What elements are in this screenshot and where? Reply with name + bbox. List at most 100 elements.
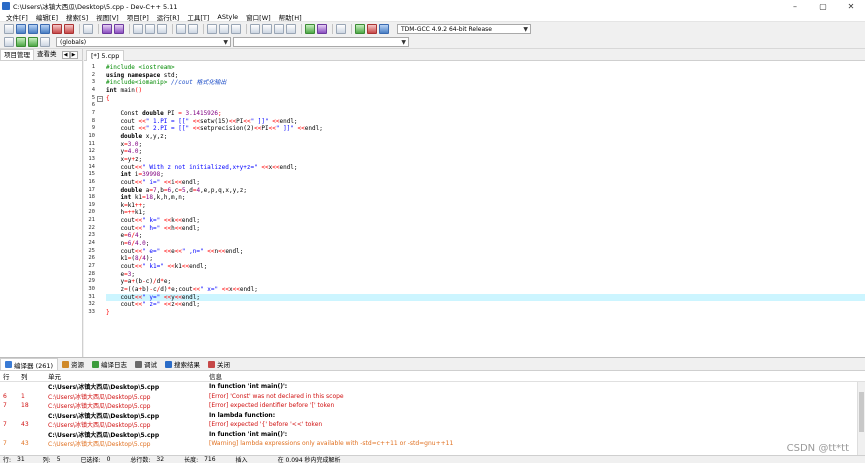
code-line[interactable]: 30 z=((a+b)-c/d)*e;cout<<" x=" <<x<<endl… — [88, 286, 865, 294]
code-line[interactable]: 11 x=3.0; — [88, 141, 865, 149]
compiler-message-row[interactable]: 6 1 C:\Users\冰镇大西瓜\Desktop\5.cpp [Error] 'C… — [0, 392, 865, 402]
code-line[interactable]: 7 Const double PI = 3.1415926; — [92, 110, 865, 118]
undo-icon[interactable] — [102, 24, 112, 34]
stop-icon[interactable] — [336, 24, 346, 34]
menu-astyle[interactable]: AStyle — [213, 13, 242, 21]
code-line[interactable]: 33} — [88, 309, 865, 317]
fullscreen-icon[interactable] — [274, 24, 284, 34]
tab-class-browser[interactable]: 查看类 — [34, 49, 60, 60]
scrollbar-thumb[interactable] — [859, 392, 864, 432]
split-icon[interactable] — [286, 24, 296, 34]
code-line[interactable]: 15 int i=39998; — [88, 171, 865, 179]
bottom-tab[interactable]: 编译日志 — [88, 358, 131, 370]
menu-help[interactable]: 帮助[H] — [275, 12, 306, 22]
debug-icon[interactable] — [317, 24, 327, 34]
code-line[interactable]: 25 cout<<" e=" <<e<<" ,n=" <<n<<endl; — [88, 248, 865, 256]
code-line[interactable]: 10 double x,y,z; — [88, 133, 865, 141]
toggle-panel-icon[interactable] — [231, 24, 241, 34]
code-line[interactable]: 17 double a=7,b=6,c=5,d=4,e,p,q,x,y,z; — [88, 187, 865, 195]
chart-icon[interactable] — [367, 24, 377, 34]
forward-arrow-icon[interactable] — [28, 37, 38, 47]
message-scrollbar[interactable] — [857, 382, 865, 456]
code-line[interactable]: 13 x=y+z; — [88, 156, 865, 164]
compiler-message-row[interactable]: 7 43 C:\Users\冰镇大西瓜\Desktop\5.cpp [Warning]… — [0, 439, 865, 449]
bottom-tab[interactable]: 搜索结果 — [161, 358, 204, 370]
close-file-icon[interactable] — [52, 24, 62, 34]
code-line[interactable]: 21 cout<<" k=" <<k<<endl; — [88, 217, 865, 225]
code-area[interactable]: 1 #include <iostream> 2 using namespace std… — [88, 64, 865, 317]
header-col[interactable]: 列 — [18, 371, 45, 381]
menu-project[interactable]: 项目[P] — [123, 12, 153, 22]
header-row[interactable]: 行 — [0, 371, 18, 381]
goto-line-icon[interactable] — [176, 24, 186, 34]
tab-scroll-left-icon[interactable]: ◀ — [61, 50, 70, 59]
forward-icon[interactable] — [219, 24, 229, 34]
menu-search[interactable]: 搜索[S] — [62, 12, 92, 22]
compiler-select[interactable]: TDM-GCC 4.9.2 64-bit Release ▼ — [397, 24, 531, 34]
code-editor[interactable]: 1 #include <iostream> 2 using namespace std… — [84, 61, 865, 357]
compiler-message-row[interactable]: C:\Users\冰镇大西瓜\Desktop\5.cpp In function … — [0, 382, 865, 392]
new-file-icon[interactable] — [4, 24, 14, 34]
compiler-message-row[interactable]: 7 43 C:\Users\冰镇大西瓜\Desktop\5.cpp [Error] e… — [0, 420, 865, 430]
bottom-tab[interactable]: 关闭 — [204, 358, 234, 370]
back-icon[interactable] — [207, 24, 217, 34]
minimize-button[interactable]: – — [781, 0, 809, 12]
code-line[interactable]: 3 #include<iomanip> //cout 格式化输出 — [92, 79, 865, 87]
code-line[interactable]: 23 e=6/4; — [88, 232, 865, 240]
compiler-message-row[interactable]: C:\Users\冰镇大西瓜\Desktop\5.cpp In function … — [0, 430, 865, 440]
scope-combo[interactable]: (globals) ▼ — [56, 37, 231, 47]
save-all-icon[interactable] — [40, 24, 50, 34]
code-line[interactable]: 1 #include <iostream> — [92, 64, 865, 72]
save-icon[interactable] — [28, 24, 38, 34]
bottom-tab[interactable]: 编译器 (261) — [0, 358, 59, 370]
redo-icon[interactable] — [114, 24, 124, 34]
code-line[interactable]: 32 cout<<" z=" <<z<<endl; — [88, 301, 865, 309]
member-combo[interactable]: ▼ — [233, 37, 409, 47]
code-line[interactable]: 14 cout <<" With z not initialized,x+y+z=… — [88, 164, 865, 172]
compile-icon[interactable] — [355, 24, 365, 34]
maximize-button[interactable]: ▢ — [809, 0, 837, 12]
code-line[interactable]: 16 cout<<" i=" <<i<<endl; — [88, 179, 865, 187]
print-icon[interactable] — [83, 24, 93, 34]
menu-edit[interactable]: 编辑[E] — [32, 12, 62, 22]
grid-icon[interactable] — [262, 24, 272, 34]
insert-icon[interactable] — [4, 37, 14, 47]
code-line[interactable]: 4 int main() — [92, 87, 865, 95]
code-line[interactable]: 22 cout<<" h=" <<h<<endl; — [88, 225, 865, 233]
compiler-message-row[interactable]: 7 18 C:\Users\冰镇大西瓜\Desktop\5.cpp [Error] e… — [0, 401, 865, 411]
code-line[interactable]: 28 e=3; — [88, 271, 865, 279]
back-arrow-icon[interactable] — [16, 37, 26, 47]
menu-tools[interactable]: 工具[T] — [183, 12, 213, 22]
code-line[interactable]: 26 k1=(8/4); — [88, 255, 865, 263]
editor-tab-5cpp[interactable]: [*] 5.cpp — [86, 50, 125, 61]
code-line[interactable]: 12 y=4.0; — [88, 148, 865, 156]
profile-icon[interactable] — [379, 24, 389, 34]
close-all-icon[interactable] — [64, 24, 74, 34]
menu-file[interactable]: 文件[F] — [2, 12, 32, 22]
code-line[interactable]: 27 cout<<" k1=" <<k1<<endl; — [88, 263, 865, 271]
bottom-tab[interactable]: 资源 — [58, 358, 88, 370]
compiler-message-row[interactable]: C:\Users\冰镇大西瓜\Desktop\5.cpp In lambda fu… — [0, 411, 865, 421]
menu-run[interactable]: 运行[R] — [153, 12, 184, 22]
code-line[interactable]: 20 h=++k1; — [88, 209, 865, 217]
open-file-icon[interactable] — [16, 24, 26, 34]
check-syntax-icon[interactable] — [305, 24, 315, 34]
bottom-tab[interactable]: 调试 — [131, 358, 161, 370]
code-line[interactable]: 29 y=a+(b-c)/d*e; — [88, 278, 865, 286]
tab-scroll-right-icon[interactable]: ▶ — [69, 50, 78, 59]
find-next-icon[interactable] — [157, 24, 167, 34]
code-line[interactable]: 19 k=k1++; — [88, 202, 865, 210]
code-line[interactable]: 24 n=6/4.0; — [88, 240, 865, 248]
header-unit[interactable]: 单元 — [45, 371, 206, 381]
layout-icon[interactable] — [250, 24, 260, 34]
replace-icon[interactable] — [145, 24, 155, 34]
fold-toggle-icon[interactable]: − — [97, 95, 103, 102]
menu-window[interactable]: 窗口[W] — [242, 12, 275, 22]
code-line[interactable]: 5−{ — [92, 95, 865, 103]
close-button[interactable]: ✕ — [837, 0, 865, 12]
find-icon[interactable] — [133, 24, 143, 34]
code-line[interactable]: 31 cout<<" y=" <<y<<endl; — [88, 293, 865, 302]
code-line[interactable]: 8 cout <<" 1.PI = [[" <<setw(15)<<PI<<" … — [92, 118, 865, 126]
menu-view[interactable]: 视图[V] — [92, 12, 123, 22]
bookmark-icon[interactable] — [188, 24, 198, 34]
